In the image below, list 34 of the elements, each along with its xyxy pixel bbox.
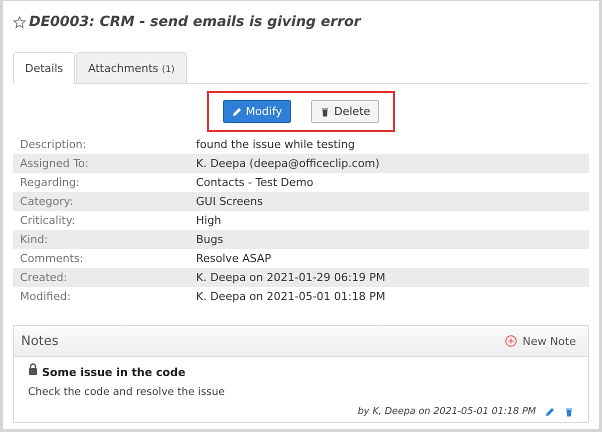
modify-button[interactable]: Modify: [222, 100, 292, 123]
field-value: K. Deepa on 2021-01-29 06:19 PM: [196, 271, 386, 284]
tab[interactable]: Attachments (1): [76, 52, 187, 83]
note-text: Check the code and resolve the issue: [28, 386, 226, 398]
field-label: Category:: [20, 195, 74, 208]
field-value: High: [196, 214, 222, 227]
tab[interactable]: Details: [13, 52, 76, 84]
field-label: Kind:: [20, 233, 49, 246]
page-title: DE0003: CRM - send emails is giving error: [29, 14, 361, 30]
field-value: Contacts - Test Demo: [196, 176, 314, 189]
field-value: K. Deepa on 2021-05-01 01:18 PM: [196, 290, 386, 303]
note-title: Some issue in the code: [42, 366, 186, 379]
field-label: Comments:: [20, 252, 84, 265]
field-label: Assigned To:: [20, 157, 90, 170]
field-label: Regarding:: [20, 176, 81, 189]
new-note-button[interactable]: New Note: [505, 334, 576, 348]
field-label: Modified:: [20, 290, 72, 303]
plus-circle-icon: [505, 335, 518, 347]
trash-icon[interactable]: [564, 406, 574, 416]
field-value: K. Deepa (deepa@officeclip.com): [196, 157, 381, 170]
note-byline: by K, Deepa on 2021-05-01 01:18 PM: [358, 406, 536, 417]
field-label: Description:: [20, 138, 88, 151]
field-label: Created:: [20, 271, 68, 284]
field-value: Resolve ASAP: [196, 252, 272, 265]
trash-icon: [320, 106, 330, 116]
field-label: Criticality:: [20, 214, 76, 227]
edit-icon[interactable]: [545, 406, 555, 416]
field-value: found the issue while testing: [196, 138, 356, 151]
delete-button[interactable]: Delete: [311, 100, 380, 123]
notes-title: Notes: [21, 334, 59, 348]
field-value: Bugs: [196, 233, 224, 246]
star-icon[interactable]: [13, 16, 26, 28]
field-value: GUI Screens: [196, 195, 264, 208]
pencil-icon: [232, 106, 242, 116]
